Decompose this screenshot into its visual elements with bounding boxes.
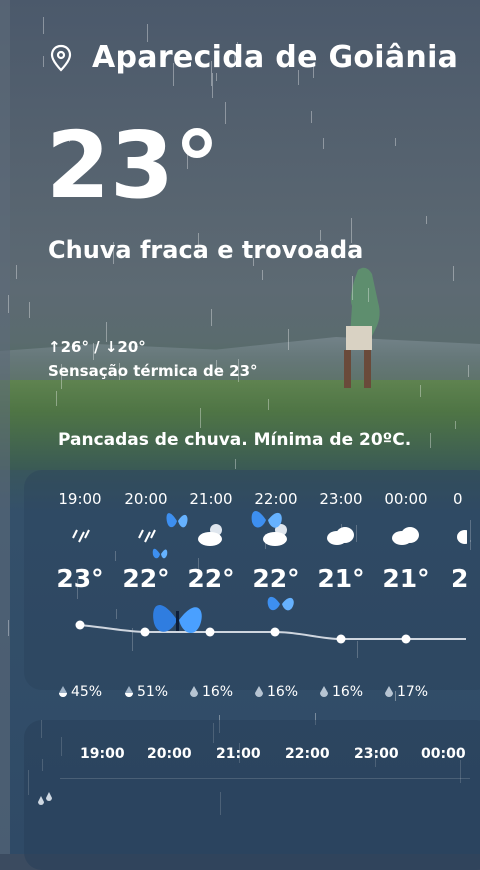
hourly-precip: 51%: [116, 684, 176, 700]
half-drop-icon: [124, 686, 133, 697]
precipitation-card[interactable]: [24, 720, 480, 870]
divider: [60, 778, 470, 779]
precip-time: 00:00: [421, 746, 466, 762]
feels-like: Sensação térmica de 23°: [48, 362, 258, 380]
butterfly-decoration: [152, 548, 168, 559]
cloud-icon: [441, 518, 480, 552]
hourly-item[interactable]: 00:00 21° 17%: [376, 490, 436, 700]
left-edge-panel: [0, 0, 10, 854]
hourly-temp: 22°: [187, 564, 235, 593]
current-condition: Chuva fraca e trovoada: [48, 236, 364, 264]
person-figure: [344, 267, 380, 388]
hourly-time: 0: [453, 490, 463, 508]
hourly-temp: 22°: [252, 564, 300, 593]
forecast-summary: Pancadas de chuva. Mínima de 20ºC.: [58, 430, 412, 450]
hourly-item[interactable]: 19:00 23° 45%: [50, 490, 110, 700]
location-header[interactable]: Aparecida de Goiânia: [48, 40, 458, 75]
hourly-time: 23:00: [319, 490, 363, 508]
precipitation-drops-icon: [38, 792, 52, 805]
half-drop-icon: [58, 686, 67, 697]
hourly-item-partial[interactable]: 0 2: [441, 490, 480, 593]
butterfly-decoration: [251, 511, 282, 528]
hourly-time: 00:00: [384, 490, 428, 508]
location-name: Aparecida de Goiânia: [92, 40, 459, 75]
hourly-item[interactable]: 21:00 22° 16%: [181, 490, 241, 700]
hourly-temp: 2: [451, 564, 469, 593]
hourly-precip: 17%: [376, 684, 436, 700]
cloud-icon: [311, 518, 371, 552]
hourly-time: 19:00: [58, 490, 102, 508]
current-temperature: 23°: [46, 112, 221, 219]
hourly-item[interactable]: 23:00 21° 16%: [311, 490, 371, 700]
drop-icon: [319, 686, 328, 697]
drop-icon: [254, 686, 263, 697]
hourly-temp: 22°: [122, 564, 170, 593]
hourly-temp: 23°: [56, 564, 104, 593]
cloud-icon: [376, 518, 436, 552]
hourly-time: 20:00: [124, 490, 168, 508]
hourly-precip: 16%: [181, 684, 241, 700]
hourly-precip: 16%: [311, 684, 371, 700]
precip-time: 22:00: [285, 746, 330, 762]
precip-time: 23:00: [354, 746, 399, 762]
hourly-temp: 21°: [382, 564, 430, 593]
drop-icon: [384, 686, 393, 697]
hourly-item[interactable]: 20:00 22° 51%: [116, 490, 176, 700]
hourly-precip: 16%: [246, 684, 306, 700]
butterfly-decoration: [153, 605, 202, 634]
location-pin-icon: [50, 44, 72, 72]
butterfly-decoration: [166, 513, 188, 528]
light-rain-icon: [50, 518, 110, 552]
hourly-time: 21:00: [189, 490, 233, 508]
precip-time: 20:00: [147, 746, 192, 762]
drop-icon: [189, 686, 198, 697]
background-grass: [0, 380, 480, 470]
butterfly-decoration: [267, 596, 294, 611]
partly-cloudy-night-icon: [181, 518, 241, 552]
precip-time: 19:00: [80, 746, 125, 762]
hourly-precip: 45%: [50, 684, 110, 700]
precip-time: 21:00: [216, 746, 261, 762]
high-low-temperature: ↑26° / ↓20°: [48, 338, 146, 356]
hourly-temp: 21°: [317, 564, 365, 593]
